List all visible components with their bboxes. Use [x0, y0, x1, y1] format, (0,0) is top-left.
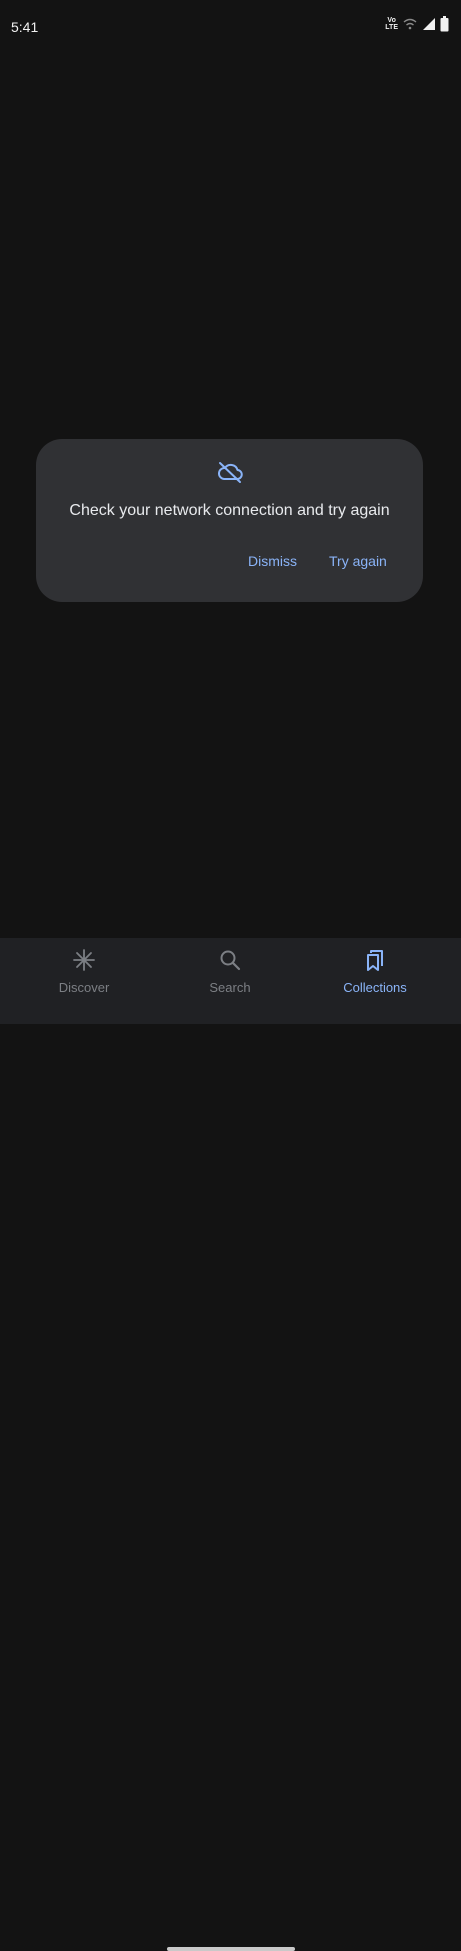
- bookmarks-icon: [367, 950, 383, 971]
- signal-icon: [423, 18, 435, 30]
- status-icons: Vo LTE: [385, 16, 449, 32]
- status-time: 5:41: [11, 19, 39, 35]
- battery-icon: [440, 16, 449, 32]
- bottom-navigation: Discover Search Collections: [0, 938, 461, 1951]
- nav-label-discover: Discover: [58, 980, 110, 995]
- search-icon: [220, 950, 241, 971]
- wifi-calling-icon: [403, 18, 417, 30]
- nav-item-discover[interactable]: Discover: [7, 938, 161, 1008]
- volte-icon: Vo LTE: [385, 17, 398, 31]
- dismiss-button[interactable]: Dismiss: [248, 553, 297, 569]
- network-error-dialog: Check your network connection and try ag…: [36, 439, 423, 602]
- nav-item-search[interactable]: Search: [153, 938, 307, 1008]
- volte-top-label: Vo: [387, 17, 396, 24]
- asterisk-icon: [73, 949, 95, 971]
- try-again-button[interactable]: Try again: [329, 553, 387, 569]
- nav-item-collections[interactable]: Collections: [298, 938, 452, 1008]
- cloud-off-icon: [218, 462, 243, 483]
- nav-label-collections: Collections: [343, 980, 407, 995]
- status-bar: 5:41 Vo LTE: [0, 0, 461, 52]
- nav-label-search: Search: [209, 980, 251, 995]
- dialog-message: Check your network connection and try ag…: [69, 502, 390, 519]
- volte-bottom-label: LTE: [385, 24, 398, 31]
- home-indicator[interactable]: [167, 1947, 295, 1951]
